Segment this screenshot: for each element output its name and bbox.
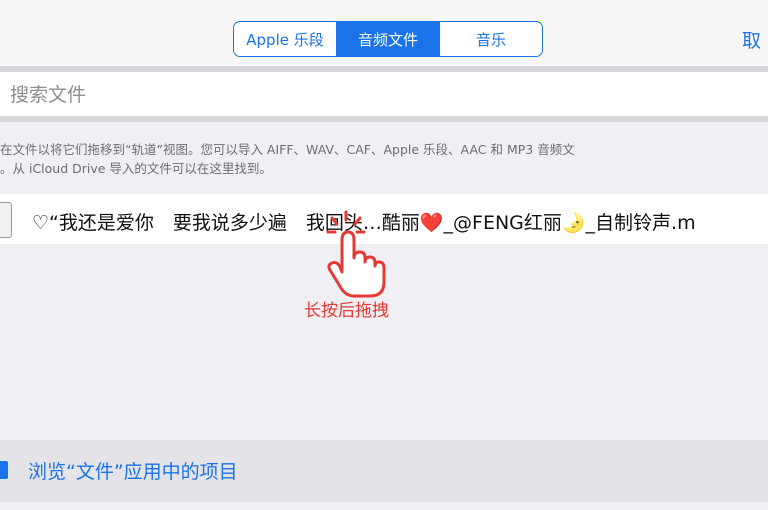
folder-icon: [0, 461, 8, 479]
cancel-button[interactable]: 取: [742, 26, 761, 53]
tab-music[interactable]: 音乐: [439, 22, 542, 56]
file-icon: [0, 202, 12, 238]
browse-files-bar[interactable]: 浏览“文件”应用中的项目: [0, 440, 768, 502]
drag-hint-label: 长按后拖拽: [304, 301, 389, 321]
tab-apple-loops[interactable]: Apple 乐段: [234, 22, 336, 56]
search-box: [0, 72, 768, 116]
top-toolbar: Apple 乐段 音频文件 音乐 取: [0, 0, 768, 66]
source-segmented-control: Apple 乐段 音频文件 音乐: [233, 21, 543, 57]
hand-pointer-icon: [326, 210, 386, 298]
tab-audio-files[interactable]: 音频文件: [336, 22, 439, 56]
info-line: 。从 iCloud Drive 导入的文件可以在这里找到。: [0, 161, 272, 176]
search-input[interactable]: [8, 80, 752, 110]
info-line: 在文件以将它们拖移到“轨道”视图。您可以导入 AIFF、WAV、CAF、Appl…: [0, 142, 575, 157]
import-info-text: 在文件以将它们拖移到“轨道”视图。您可以导入 AIFF、WAV、CAF、Appl…: [0, 140, 768, 178]
browse-files-link[interactable]: 浏览“文件”应用中的项目: [28, 457, 238, 484]
